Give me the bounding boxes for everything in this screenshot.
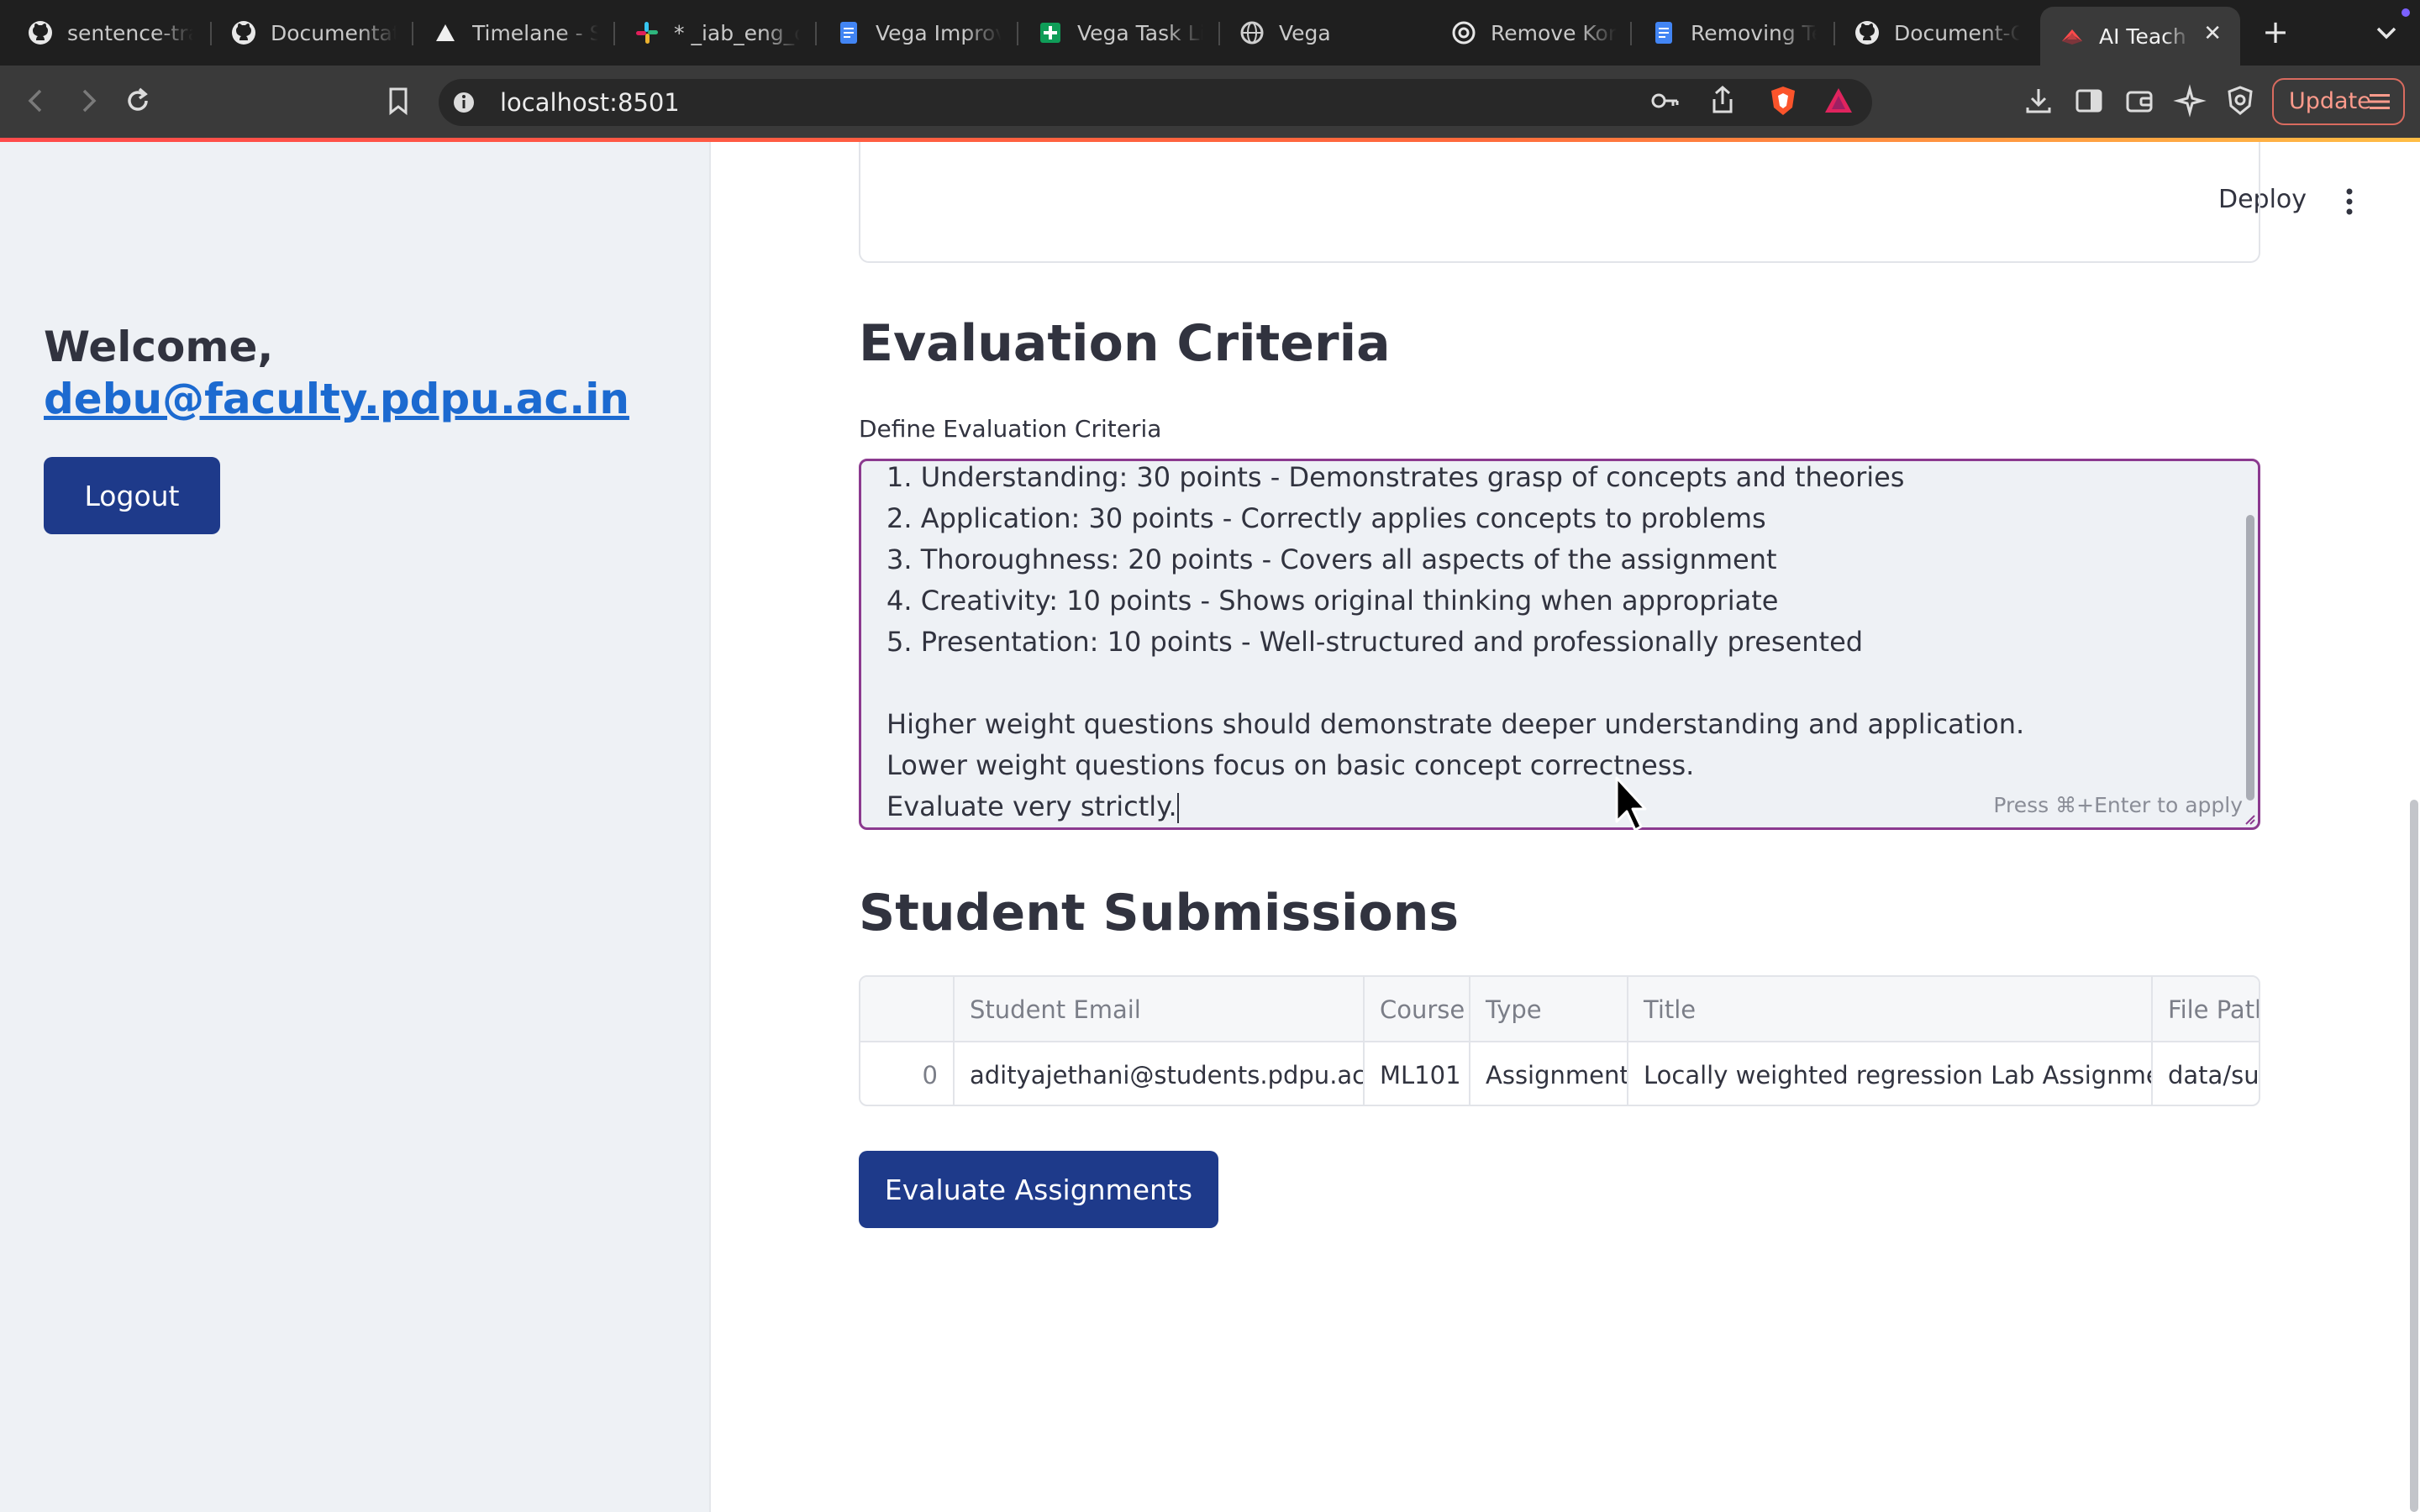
criteria-line: 1. Understanding: 30 points - Demonstrat… [886,461,1905,493]
criteria-line: 3. Thoroughness: 20 points - Covers all … [886,543,1777,575]
tab-documentation[interactable]: Documentati [212,7,412,59]
user-email-link[interactable]: debu@faculty.pdpu.ac.in [44,373,629,425]
tab-title: AI Teach [2099,24,2186,49]
column-header-course[interactable]: Course [1365,977,1470,1042]
tab-timelane[interactable]: Timelane - S [413,7,613,59]
criteria-last-text: Evaluate very strictly. [886,790,1177,822]
github-icon [1855,21,1879,45]
tab-title: Vega Task Li [1077,20,1203,45]
leo-ai-icon[interactable] [2171,82,2208,119]
logout-button[interactable]: Logout [44,457,220,534]
bookmark-icon[interactable] [380,82,417,119]
triangle-icon [436,24,455,41]
column-header-title[interactable]: Title [1628,977,2153,1042]
resize-handle-icon[interactable] [2244,813,2255,825]
tab-slack[interactable]: * _iab_eng_c [615,7,815,59]
download-icon[interactable] [2020,82,2057,119]
tab-document-c[interactable]: Document-C [1835,7,2035,59]
table-header-row: Student Email Course Type Title File Pat… [860,977,2259,1042]
share-icon[interactable] [1704,82,1741,119]
evaluate-assignments-button[interactable]: Evaluate Assignments [859,1151,1218,1228]
site-info-icon[interactable] [445,84,482,121]
brave-rewards-icon[interactable] [1820,82,1857,119]
update-button[interactable]: Update [2272,78,2405,125]
menu-icon [2370,94,2390,109]
chevron-down-icon[interactable] [2370,18,2403,49]
tab-remove-korean[interactable]: Remove Kor [1432,7,1632,59]
vpn-shield-icon[interactable] [2222,82,2259,119]
docs-icon [840,22,857,44]
github-icon [29,21,52,45]
page-scrollbar[interactable] [2410,800,2418,1512]
welcome-heading: Welcome, [44,323,274,371]
apply-hint: Press ⌘+Enter to apply [1993,793,2243,817]
tab-title: Vega [1279,20,1331,45]
docs-icon [1655,22,1672,44]
criteria-line: Lower weight questions focus on basic co… [886,749,1695,781]
tab-removing-text[interactable]: Removing Te [1632,7,1832,59]
sheets-icon [1040,23,1060,43]
criteria-line: 5. Presentation: 10 points - Well-struct… [886,626,1864,658]
submissions-table[interactable]: Student Email Course Type Title File Pat… [859,975,2260,1106]
cell-student-email[interactable]: adityajethani@students.pdpu.ac.in [955,1042,1365,1105]
text-caret [1176,793,1179,823]
row-index: 0 [860,1042,955,1105]
student-submissions-heading: Student Submissions [859,884,1460,942]
globe-icon [1240,21,1264,45]
tab-sentence-transformers[interactable]: sentence-tra [8,7,208,59]
forward-icon[interactable] [69,82,106,119]
textarea-scrollbar[interactable] [2246,515,2254,801]
brave-shield-icon[interactable] [1765,82,1802,119]
tab-title: Documentati [271,20,397,45]
back-icon[interactable] [18,82,55,119]
criteria-line-last: Evaluate very strictly. [886,790,1179,823]
tab-title: Remove Kor [1491,20,1617,45]
key-icon[interactable] [1647,82,1684,119]
column-header-file-path[interactable]: File Path [2153,977,2259,1042]
slack-icon [636,22,658,44]
mouse-cursor-icon [1615,776,1647,832]
criteria-line: 2. Application: 30 points - Correctly ap… [886,502,1766,534]
streamlit-icon [2062,29,2082,45]
tab-vega-improv[interactable]: Vega Improv [817,7,1017,59]
sidebar-toggle-icon[interactable] [2070,82,2107,119]
reload-icon[interactable] [119,82,156,119]
tab-title: * _iab_eng_c [674,20,800,45]
openai-icon [1452,21,1476,45]
address-text: localhost:8501 [500,88,680,117]
new-tab-icon[interactable]: + [2257,15,2294,52]
tab-vega-task-list[interactable]: Vega Task Li [1018,7,1218,59]
github-icon [232,21,255,45]
cell-course[interactable]: ML101 [1365,1042,1470,1105]
notification-dot [2402,8,2410,17]
update-label: Update [2289,88,2371,114]
tab-title: Document-C [1894,20,2020,45]
cell-type[interactable]: Assignment [1470,1042,1628,1105]
previous-container-bottom [859,142,2260,263]
tab-title: Timelane - S [472,20,598,45]
column-header-type[interactable]: Type [1470,977,1628,1042]
table-row[interactable]: 0 adityajethani@students.pdpu.ac.in ML10… [860,1042,2259,1105]
evaluation-criteria-label: Define Evaluation Criteria [859,415,1162,443]
evaluation-criteria-textarea[interactable]: 1. Understanding: 30 points - Demonstrat… [859,459,2260,830]
tab-vega[interactable]: Vega [1220,7,1420,59]
evaluation-criteria-heading: Evaluation Criteria [859,314,1391,373]
tab-ai-teach[interactable]: AI Teach ✕ [2040,7,2240,66]
tab-title: sentence-tra [67,20,193,45]
column-header-index [860,977,955,1042]
browser-tab-bar: sentence-tra Documentati Timelane - S * … [0,0,2420,66]
cell-title[interactable]: Locally weighted regression Lab Assignme… [1628,1042,2153,1105]
more-options-icon[interactable] [2338,186,2361,217]
tab-title: Vega Improv [876,20,1002,45]
criteria-line: Higher weight questions should demonstra… [886,708,2025,740]
criteria-line: 4. Creativity: 10 points - Shows origina… [886,585,1779,617]
column-header-student-email[interactable]: Student Email [955,977,1365,1042]
cell-file-path[interactable]: data/sub [2153,1042,2259,1105]
tab-title: Removing Te [1691,20,1817,45]
wallet-icon[interactable] [2121,82,2158,119]
close-tab-icon[interactable]: ✕ [2203,21,2222,46]
